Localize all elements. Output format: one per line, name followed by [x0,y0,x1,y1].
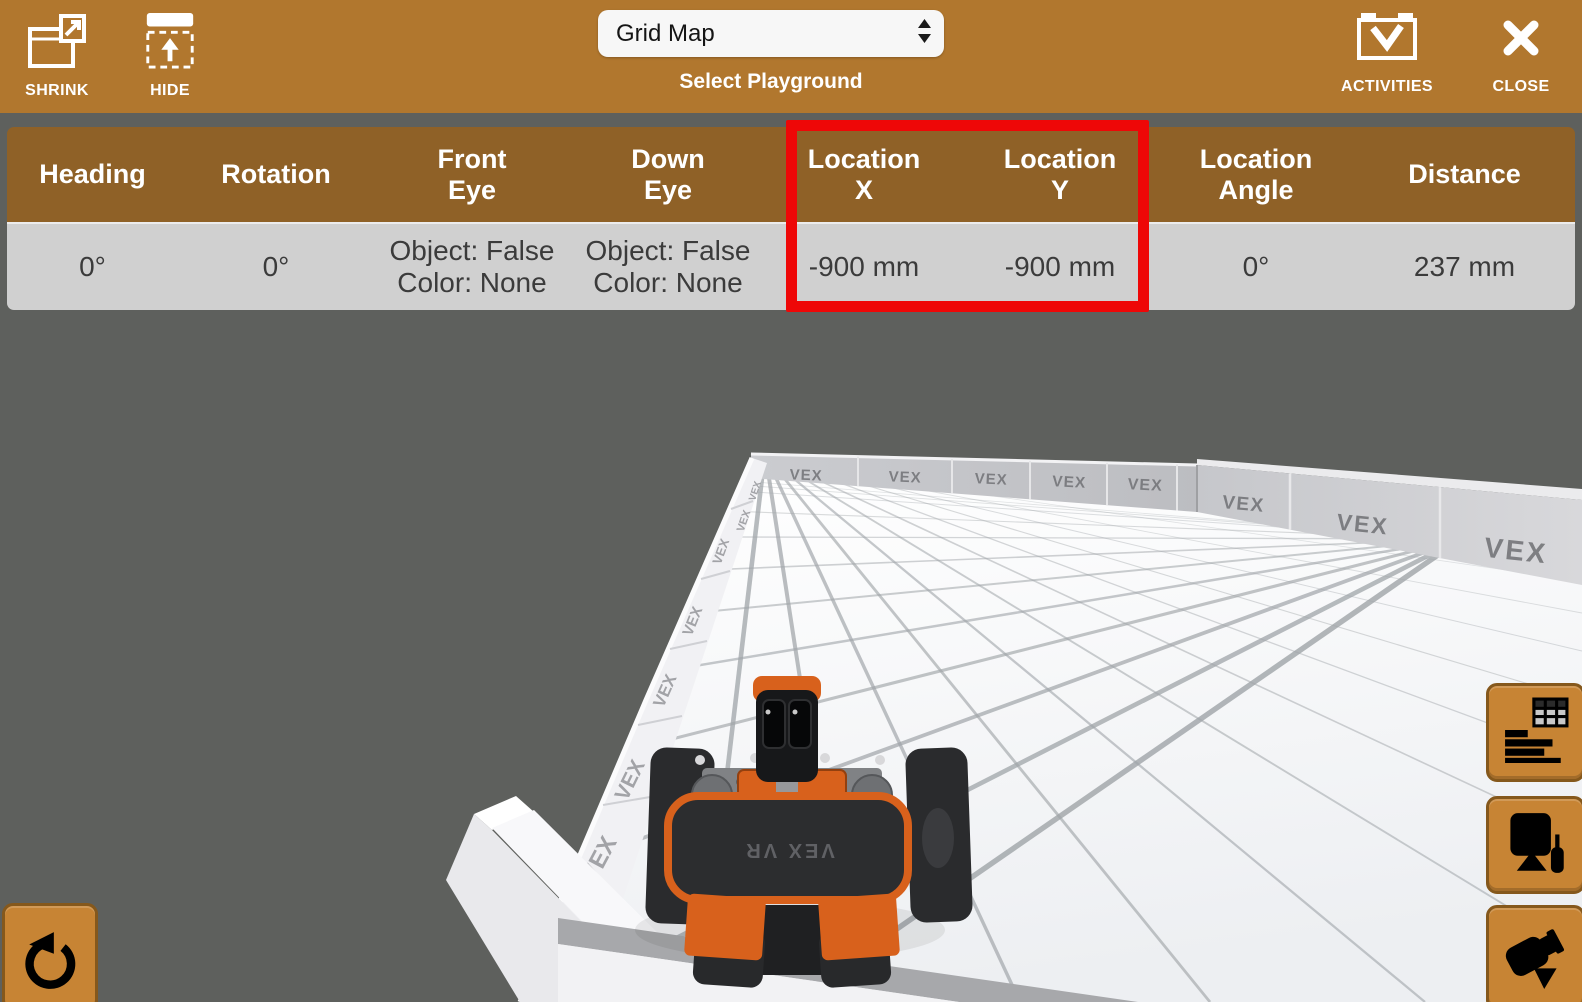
cell-location-angle: 0° [1158,224,1354,310]
cell-heading: 0° [7,224,178,310]
activities-icon [1356,13,1418,65]
activities-label: ACTIVITIES [1341,78,1433,96]
sensor-table-header-row: Heading Rotation Front Eye Down Eye Loca… [7,127,1575,222]
robot-pov-view-button[interactable] [1486,796,1582,894]
playground-select-value: Grid Map [616,20,917,48]
cell-rotation: 0° [178,224,374,310]
svg-text:VEX: VEX [888,468,922,486]
select-playground-caption: Select Playground [598,70,944,94]
shrink-label: SHRINK [25,82,89,100]
monitor-joystick-icon [1504,811,1568,880]
hide-label: HIDE [150,82,190,100]
column-header-location-y: Location Y [962,127,1158,222]
activities-button[interactable]: ACTIVITIES [1332,13,1442,96]
cell-location-x: -900 mm [766,224,962,310]
shrink-button[interactable]: SHRINK [18,13,96,100]
sensor-data-panel-button[interactable] [1486,683,1582,782]
svg-text:VEX: VEX [974,470,1008,488]
reset-position-button[interactable] [2,903,98,1002]
svg-text:VEX VR: VEX VR [743,839,834,861]
close-button[interactable]: CLOSE [1487,13,1555,96]
sensor-table-value-row: 0° 0° Object: False Color: None Object: … [7,222,1575,310]
column-header-location-x: Location X [766,127,962,222]
close-icon [1501,13,1541,65]
svg-text:VEX: VEX [1483,532,1549,569]
shrink-icon [27,13,87,69]
column-header-down-eye: Down Eye [570,127,766,222]
column-header-heading: Heading [7,127,178,222]
column-header-rotation: Rotation [178,127,374,222]
camera-icon [1503,921,1569,996]
select-arrows-icon [917,19,932,48]
playground-window: VEX VEX VEX VEX VEX VEX VEX VEX [0,0,1582,1002]
column-header-distance: Distance [1354,127,1575,222]
top-toolbar: SHRINK HIDE Grid Map [0,0,1582,113]
svg-text:VEX: VEX [1336,509,1390,540]
data-table-icon [1503,697,1569,768]
hide-icon [144,13,196,69]
svg-text:VEX: VEX [789,466,823,484]
cell-location-y: -900 mm [962,224,1158,310]
cell-down-eye: Object: False Color: None [570,224,766,310]
svg-text:VEX: VEX [1052,473,1087,492]
column-header-location-angle: Location Angle [1158,127,1354,222]
playground-select[interactable]: Grid Map [598,10,944,57]
cell-distance: 237 mm [1354,224,1575,310]
cell-front-eye: Object: False Color: None [374,224,570,310]
hide-button[interactable]: HIDE [140,13,200,100]
svg-text:VEX: VEX [1127,476,1163,495]
reset-rotate-icon [13,916,87,1001]
close-label: CLOSE [1492,78,1549,96]
column-header-front-eye: Front Eye [374,127,570,222]
svg-text:VEX: VEX [1221,492,1265,517]
sensor-dashboard-table: Heading Rotation Front Eye Down Eye Loca… [7,127,1575,310]
camera-view-button[interactable] [1486,905,1582,1002]
